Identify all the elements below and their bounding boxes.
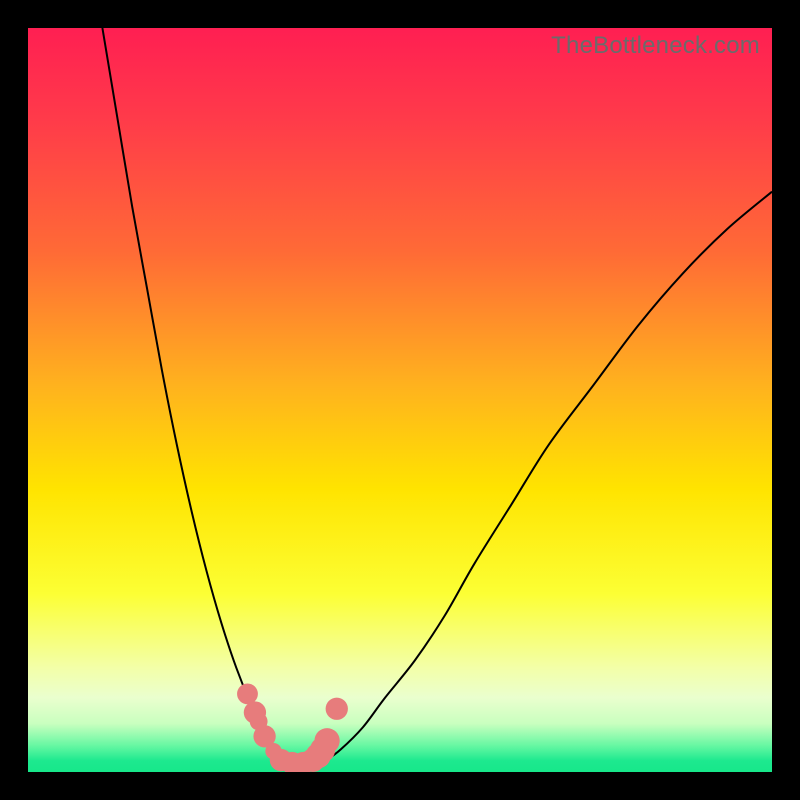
right-bottleneck-curve xyxy=(326,192,772,761)
chart-svg xyxy=(28,28,772,772)
highlight-dot xyxy=(314,728,339,753)
watermark-text: TheBottleneck.com xyxy=(551,32,760,60)
plot-area: TheBottleneck.com xyxy=(28,28,772,772)
highlight-dot xyxy=(326,698,348,720)
highlight-dot xyxy=(237,683,258,704)
highlight-dots xyxy=(237,683,348,772)
left-bottleneck-curve xyxy=(102,28,284,761)
outer-frame: TheBottleneck.com xyxy=(0,0,800,800)
